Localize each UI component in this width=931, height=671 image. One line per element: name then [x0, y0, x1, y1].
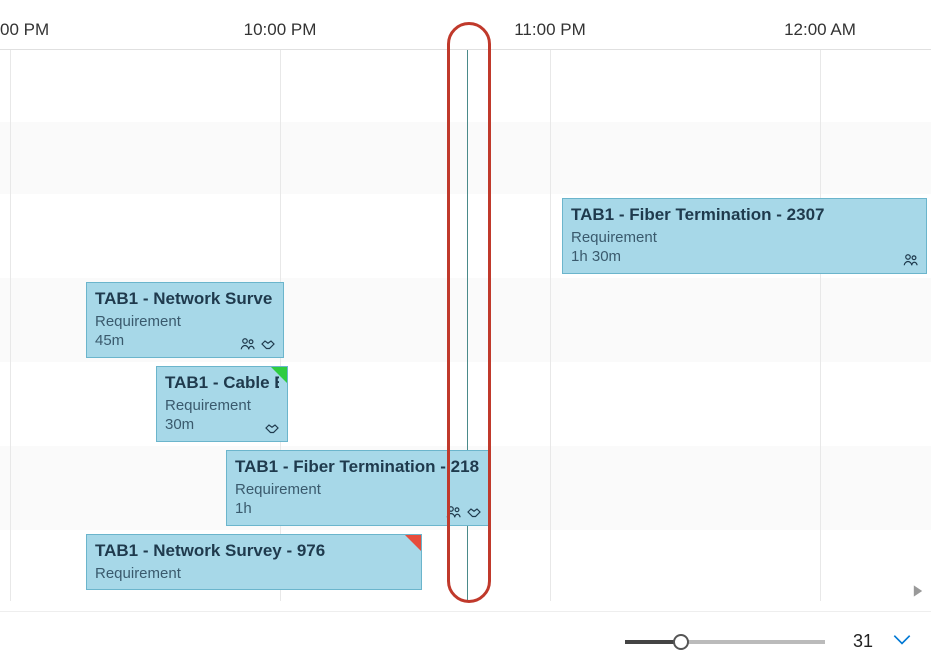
- time-ruler: 00 PM 10:00 PM 11:00 PM 12:00 AM: [0, 0, 931, 50]
- booking-title: TAB1 - Fiber Termination - 2307: [571, 205, 918, 225]
- zoom-slider-thumb[interactable]: [673, 634, 689, 650]
- booking-icons: [263, 419, 281, 437]
- resource-row[interactable]: [0, 362, 931, 446]
- hour-gridline: [820, 50, 821, 601]
- hour-gridline: [10, 50, 11, 601]
- zoom-collapse-toggle[interactable]: [891, 628, 913, 655]
- people-icon: [902, 251, 920, 269]
- people-icon: [445, 503, 463, 521]
- time-label: 12:00 AM: [784, 20, 856, 40]
- resource-row[interactable]: [0, 122, 931, 194]
- handshake-icon: [259, 335, 277, 353]
- booking-type: Requirement: [95, 565, 413, 582]
- status-corner-tag: [271, 367, 287, 383]
- schedule-body[interactable]: TAB1 - Fiber Termination - 2307 Requireme…: [0, 50, 931, 601]
- hour-gridline: [550, 50, 551, 601]
- handshake-icon: [465, 503, 483, 521]
- time-label: 10:00 PM: [244, 20, 317, 40]
- time-label: 11:00 PM: [514, 20, 586, 40]
- booking-title: TAB1 - Network Survey - 976: [95, 541, 413, 561]
- booking-icons: [902, 251, 920, 269]
- card-cable-e[interactable]: TAB1 - Cable E Requirement 30m: [156, 366, 288, 442]
- people-icon: [239, 335, 257, 353]
- booking-type: Requirement: [571, 229, 918, 246]
- scroll-right-arrow[interactable]: [911, 584, 925, 601]
- card-fiber-2307[interactable]: TAB1 - Fiber Termination - 2307 Requireme…: [562, 198, 927, 274]
- zoom-value: 31: [843, 631, 873, 652]
- booking-duration: 30m: [165, 416, 279, 433]
- booking-type: Requirement: [95, 313, 275, 330]
- card-network-976[interactable]: TAB1 - Network Survey - 976 Requirement: [86, 534, 422, 590]
- handshake-icon: [263, 419, 281, 437]
- booking-title: TAB1 - Network Surve: [95, 289, 275, 309]
- footer-bar: 31: [0, 611, 931, 671]
- booking-duration: 1h 30m: [571, 248, 918, 265]
- booking-title: TAB1 - Cable E: [165, 373, 279, 393]
- booking-icons: [239, 335, 277, 353]
- zoom-slider[interactable]: [625, 640, 825, 644]
- booking-type: Requirement: [165, 397, 279, 414]
- booking-type: Requirement: [235, 481, 481, 498]
- schedule-board: 00 PM 10:00 PM 11:00 PM 12:00 AM TAB1 - Fib…: [0, 0, 931, 671]
- resource-row[interactable]: [0, 50, 931, 122]
- booking-icons: [445, 503, 483, 521]
- time-label: 00 PM: [0, 20, 49, 40]
- card-network-surve[interactable]: TAB1 - Network SurveRequirement45m: [86, 282, 284, 358]
- card-fiber-218[interactable]: TAB1 - Fiber Termination - 218 Requiremen…: [226, 450, 490, 526]
- booking-title: TAB1 - Fiber Termination - 218: [235, 457, 481, 477]
- status-corner-tag: [405, 535, 421, 551]
